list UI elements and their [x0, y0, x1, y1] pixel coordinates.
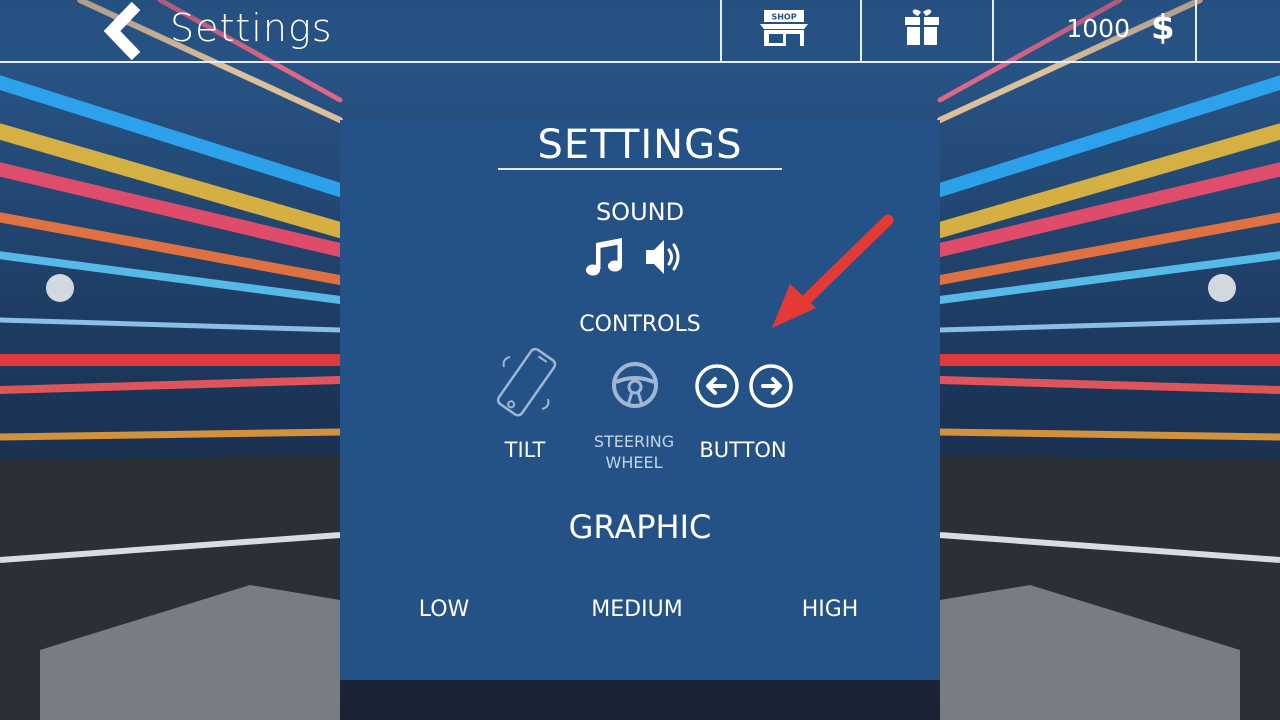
steering-label-line1: STEERING	[593, 432, 675, 451]
music-icon	[586, 238, 622, 276]
sound-label: SOUND	[595, 198, 685, 226]
shop-icon: SHOP	[760, 10, 808, 46]
svg-text:SHOP: SHOP	[771, 13, 796, 22]
title-underline	[498, 168, 782, 170]
tilt-option[interactable]	[488, 345, 564, 421]
steering-wheel-option[interactable]	[610, 360, 660, 410]
graphic-high-option[interactable]: HIGH	[780, 597, 880, 622]
coin-balance: 1000	[1066, 14, 1130, 43]
arrow-buttons-icon	[695, 364, 793, 408]
graphic-label: GRAPHIC	[568, 508, 712, 546]
speaker-icon	[646, 240, 680, 274]
music-toggle[interactable]	[584, 235, 628, 279]
divider	[1195, 0, 1197, 61]
button-control-option[interactable]	[694, 363, 794, 409]
button-control-label: BUTTON	[699, 438, 787, 462]
tilt-phone-icon	[496, 347, 557, 417]
top-bar: Settings SHOP 1000 $	[0, 0, 1280, 63]
panel-title: SETTINGS	[537, 122, 743, 168]
back-button[interactable]	[100, 1, 150, 61]
settings-panel: SETTINGS SOUND CONTROLS TILT STEERING WH…	[340, 120, 940, 680]
dollar-icon: $	[1151, 8, 1175, 48]
back-arrow-icon	[103, 1, 141, 61]
sfx-toggle[interactable]	[642, 235, 686, 279]
tilt-label: TILT	[504, 438, 546, 462]
gift-button[interactable]	[862, 0, 992, 61]
steering-wheel-label: STEERING WHEEL	[584, 431, 684, 473]
shop-button[interactable]: SHOP	[722, 0, 860, 61]
steering-wheel-icon	[612, 362, 658, 408]
controls-label: CONTROLS	[579, 312, 701, 337]
graphic-medium-option[interactable]: MEDIUM	[572, 597, 702, 622]
steering-label-line2: WHEEL	[605, 453, 663, 472]
graphic-low-option[interactable]: LOW	[394, 597, 494, 622]
page-title: Settings	[170, 6, 333, 50]
gift-icon	[905, 9, 939, 45]
divider	[992, 0, 994, 61]
